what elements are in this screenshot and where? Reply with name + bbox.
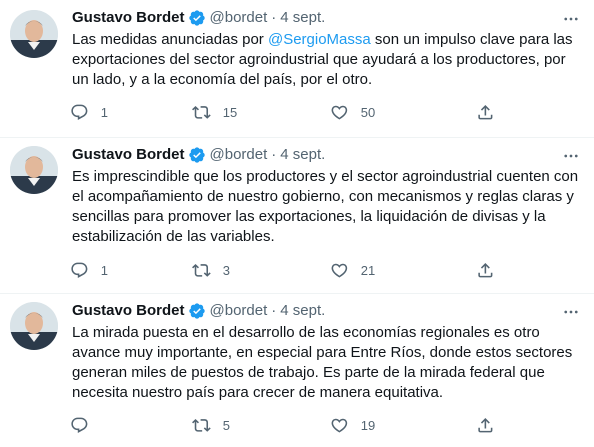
share-icon [476, 416, 495, 435]
author-name[interactable]: Gustavo Bordet [72, 8, 185, 28]
mention-link[interactable]: @SergioMassa [268, 31, 371, 48]
tweet-header: Gustavo Bordet @bordet · 4 sept. [72, 145, 325, 165]
author-name[interactable]: Gustavo Bordet [72, 145, 185, 165]
share-button[interactable] [468, 254, 495, 286]
tweet-actions: 5 19 [62, 409, 502, 441]
retweet-icon [192, 261, 211, 280]
heart-icon [330, 416, 349, 435]
avatar[interactable] [10, 302, 58, 350]
tweet-actions: 1 15 50 [62, 96, 502, 128]
retweet-count: 3 [222, 262, 230, 278]
author-handle[interactable]: @bordet [210, 8, 268, 28]
reply-count: 1 [100, 104, 108, 120]
tweet-header: Gustavo Bordet @bordet · 4 sept. [72, 8, 325, 28]
tweet-text-part: Las medidas anunciadas por [72, 31, 268, 48]
like-button[interactable]: 19 [322, 409, 375, 441]
like-count: 50 [360, 104, 376, 120]
tweet-date[interactable]: 4 sept. [280, 301, 325, 321]
separator-dot: · [271, 9, 277, 26]
like-count: 19 [360, 417, 376, 433]
retweet-count: 15 [222, 104, 238, 120]
share-icon [476, 261, 495, 280]
retweet-icon [192, 103, 211, 122]
reply-icon [70, 416, 89, 435]
share-icon [476, 103, 495, 122]
reply-icon [70, 261, 89, 280]
share-button[interactable] [468, 409, 495, 441]
tweet-text: Es imprescindible que los productores y … [72, 168, 579, 245]
tweet[interactable]: Gustavo Bordet @bordet · 4 sept. La mira… [0, 294, 594, 447]
retweet-count: 5 [222, 417, 230, 433]
heart-icon [330, 261, 349, 280]
author-handle[interactable]: @bordet [210, 301, 268, 321]
tweet-date[interactable]: 4 sept. [280, 8, 325, 28]
tweet-date[interactable]: 4 sept. [280, 145, 325, 165]
author-handle[interactable]: @bordet [210, 145, 268, 165]
more-dots-icon[interactable] [562, 303, 580, 321]
retweet-button[interactable]: 5 [184, 409, 230, 441]
reply-button[interactable]: 1 [62, 96, 108, 128]
retweet-icon [192, 416, 211, 435]
verified-badge-icon [188, 9, 206, 27]
tweet[interactable]: Gustavo Bordet @bordet · 4 sept. Las med… [0, 0, 594, 138]
more-dots-icon[interactable] [562, 10, 580, 28]
reply-button[interactable] [62, 409, 101, 441]
retweet-button[interactable]: 15 [184, 96, 237, 128]
verified-badge-icon [188, 302, 206, 320]
separator-dot: · [271, 146, 277, 163]
author-name[interactable]: Gustavo Bordet [72, 301, 185, 321]
like-button[interactable]: 21 [322, 254, 375, 286]
more-dots-icon[interactable] [562, 147, 580, 165]
like-count: 21 [360, 262, 376, 278]
tweet-text: Las medidas anunciadas por @SergioMassa … [72, 30, 582, 90]
reply-count: 1 [100, 262, 108, 278]
reply-icon [70, 103, 89, 122]
tweet-text: La mirada puesta en el desarrollo de las… [72, 324, 573, 401]
heart-icon [330, 103, 349, 122]
reply-button[interactable]: 1 [62, 254, 108, 286]
share-button[interactable] [468, 96, 495, 128]
tweet[interactable]: Gustavo Bordet @bordet · 4 sept. Es impr… [0, 138, 594, 294]
separator-dot: · [271, 302, 277, 319]
retweet-button[interactable]: 3 [184, 254, 230, 286]
verified-badge-icon [188, 146, 206, 164]
tweet-header: Gustavo Bordet @bordet · 4 sept. [72, 301, 325, 321]
avatar[interactable] [10, 10, 58, 58]
avatar[interactable] [10, 146, 58, 194]
like-button[interactable]: 50 [322, 96, 375, 128]
tweet-actions: 1 3 21 [62, 254, 502, 286]
